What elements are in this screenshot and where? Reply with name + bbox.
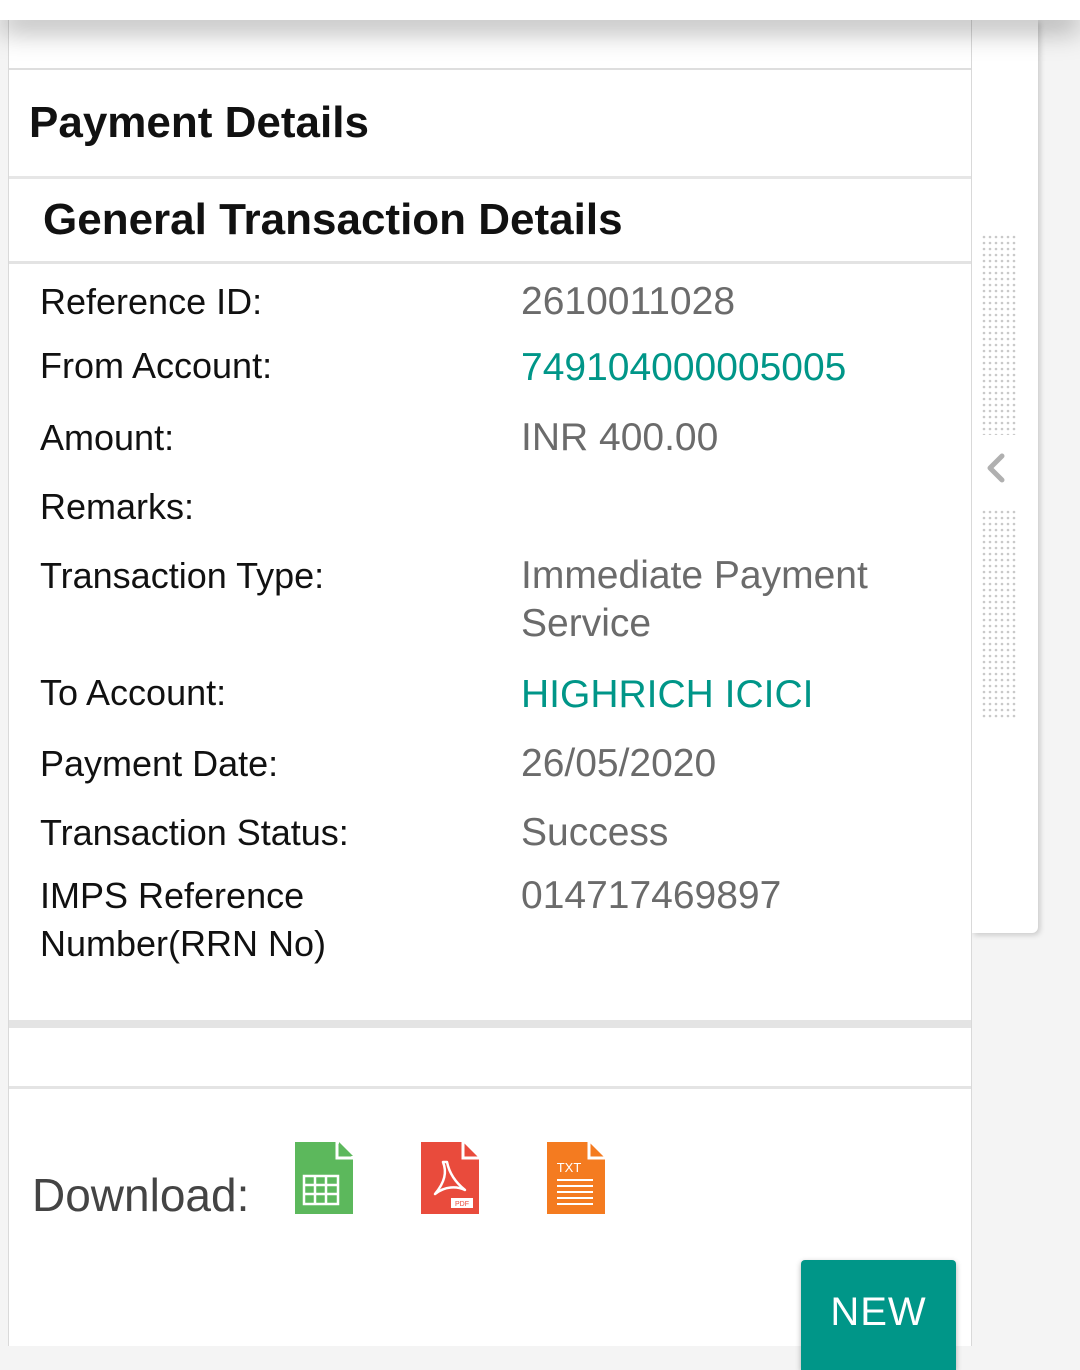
txt-badge-text: TXT [557, 1160, 582, 1175]
excel-download-icon[interactable] [295, 1142, 357, 1216]
detail-value: Immediate Payment Service [521, 554, 868, 645]
top-app-bar [0, 0, 1080, 20]
status-value: Success [521, 811, 669, 854]
detail-label: From Account: [40, 345, 273, 386]
card-header-strip [9, 20, 971, 70]
download-label: Download: [32, 1169, 250, 1221]
detail-value: 26/05/2020 [521, 742, 717, 785]
section-title: Payment Details [9, 70, 971, 179]
detail-value: 014717469897 [521, 874, 782, 917]
sub-title: General Transaction Details [9, 179, 971, 264]
detail-label: To Account: [40, 672, 227, 713]
txt-download-icon[interactable]: TXT [547, 1142, 609, 1216]
detail-label: Transaction Status: [40, 812, 349, 853]
chevron-left-icon[interactable] [978, 448, 1018, 488]
to-account-link[interactable]: HIGHRICH ICICI [521, 671, 961, 719]
detail-label: Transaction Type: [40, 555, 325, 596]
from-account-link[interactable]: 749104000005005 [521, 344, 961, 392]
divider [9, 1086, 971, 1089]
payment-details-card: Payment Details General Transaction Deta… [8, 20, 972, 1370]
pdf-badge-text: PDF [455, 1201, 469, 1208]
detail-label: Reference ID: [40, 281, 263, 322]
detail-label: Remarks: [40, 486, 195, 527]
detail-value: 2610011028 [521, 280, 736, 323]
divider [9, 1020, 971, 1028]
detail-label: Amount: [40, 417, 175, 458]
drag-dots [982, 510, 1016, 720]
detail-label: IMPS Reference Number(RRN No) [40, 875, 327, 964]
new-button[interactable]: NEW [801, 1260, 956, 1370]
pdf-download-icon[interactable]: PDF [421, 1142, 483, 1216]
drag-dots [982, 235, 1016, 435]
side-panel [972, 20, 1038, 933]
detail-value: INR 400.00 [521, 416, 719, 459]
detail-label: Payment Date: [40, 743, 279, 784]
